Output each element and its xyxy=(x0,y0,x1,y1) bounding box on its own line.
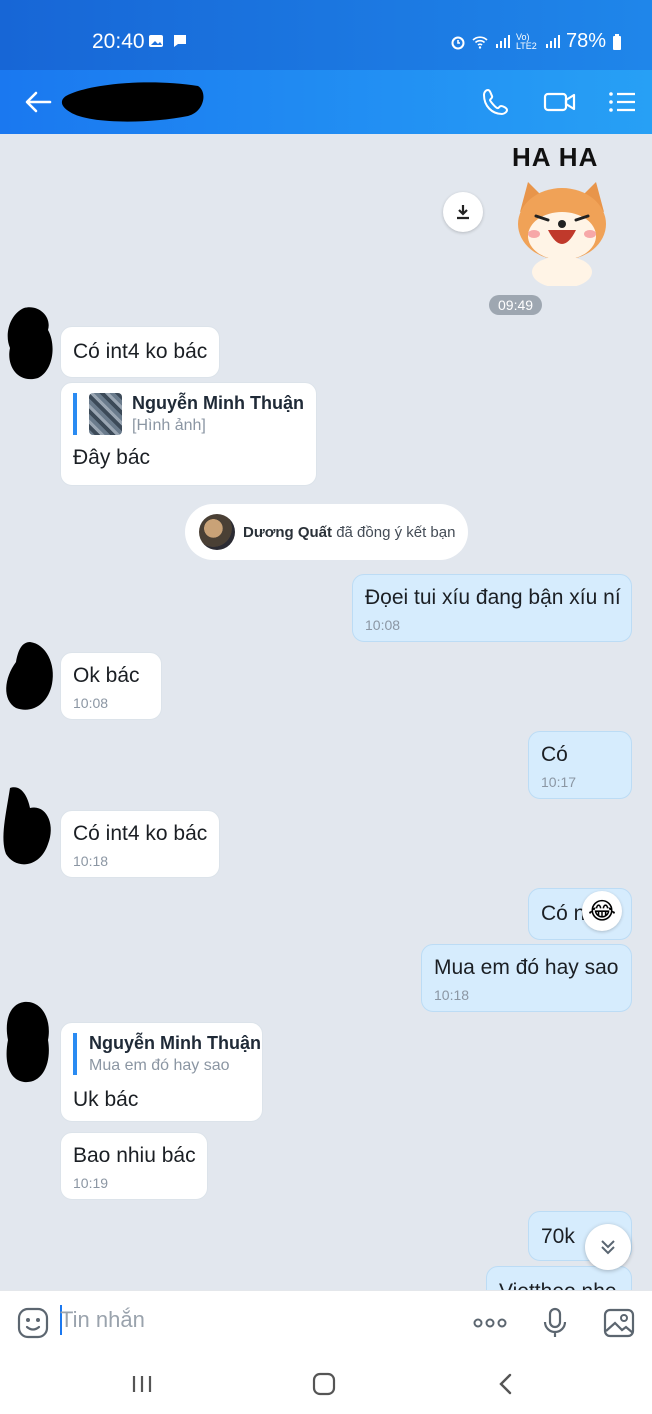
status-time: 20:40 xyxy=(92,30,145,53)
message-bubble-sent[interactable]: Đọei tui xíu đang bận xíu ní 10:08 xyxy=(352,574,632,642)
download-icon xyxy=(457,205,469,220)
battery-icon xyxy=(613,33,621,50)
quoted-message[interactable]: Nguyễn Minh Thuận [Hình ảnh] xyxy=(73,393,304,435)
video-icon[interactable] xyxy=(542,86,578,118)
message-bubble-received[interactable]: Có int4 ko bác xyxy=(60,326,221,378)
gallery-notification-icon xyxy=(149,35,163,47)
laughing-emoji-icon: 😂 xyxy=(587,897,617,925)
message-bubble-sent[interactable]: Mua em đó hay sao 10:18 xyxy=(421,944,632,1012)
message-bubble-received[interactable]: Có int4 ko bác 10:18 xyxy=(60,810,220,878)
avatar-redacted xyxy=(3,787,51,865)
arrow-left-icon[interactable] xyxy=(22,86,54,118)
status-bar: 20:40 Vo) LTE2 78% xyxy=(0,0,652,70)
system-navigation-bar xyxy=(0,1354,652,1414)
message-input[interactable]: Tin nhắn xyxy=(60,1307,145,1333)
sticker-message[interactable]: HA HA xyxy=(502,140,620,288)
quoted-message[interactable]: Nguyễn Minh Thuận Mua em đó hay sao xyxy=(73,1033,261,1075)
avatar xyxy=(199,514,235,550)
avatar-redacted xyxy=(7,307,53,380)
message-composer: Tin nhắn xyxy=(0,1290,652,1354)
chat-area[interactable]: HA HA 09:49 Có int4 ko bác Nguyễn Minh T… xyxy=(0,134,652,1290)
phone-icon[interactable] xyxy=(480,86,512,118)
message-bubble-reply[interactable]: Nguyễn Minh Thuận [Hình ảnh] Đây bác xyxy=(60,382,317,486)
message-bubble-sent[interactable]: Có 10:17 xyxy=(528,731,632,799)
microphone-icon[interactable] xyxy=(538,1306,572,1340)
message-bubble-received[interactable]: Ok bác 10:08 xyxy=(60,652,162,720)
chat-header xyxy=(0,70,652,134)
avatar-redacted xyxy=(6,642,53,710)
sticker-caption: HA HA xyxy=(512,142,599,172)
quoted-image-thumbnail xyxy=(89,393,123,435)
double-chevron-down-icon xyxy=(601,1240,615,1255)
friend-accepted-notice: Dương Quất đã đồng ý kết bạn xyxy=(185,504,468,560)
more-dots-icon[interactable] xyxy=(472,1306,508,1340)
back-nav-icon[interactable] xyxy=(492,1370,520,1398)
message-notification-icon xyxy=(174,35,186,47)
time-chip: 09:49 xyxy=(489,295,543,315)
message-bubble-received[interactable]: Bao nhiu bác 10:19 xyxy=(60,1132,208,1200)
signal-icon-2 xyxy=(545,34,560,48)
shiba-sticker-image xyxy=(518,182,606,286)
alarm-icon xyxy=(451,36,465,49)
home-icon[interactable] xyxy=(310,1370,338,1398)
contact-name-redacted[interactable] xyxy=(58,78,206,124)
wifi-icon xyxy=(472,35,488,49)
recent-apps-icon[interactable] xyxy=(128,1370,156,1398)
scroll-to-bottom-button[interactable] xyxy=(585,1224,631,1270)
network-label: Vo) LTE2 xyxy=(515,31,537,51)
battery-percent: 78% xyxy=(565,30,606,52)
message-bubble-reply[interactable]: Nguyễn Minh Thuận Mua em đó hay sao Uk b… xyxy=(60,1022,263,1122)
download-button[interactable] xyxy=(443,192,483,232)
smiley-icon[interactable] xyxy=(16,1306,50,1340)
list-menu-icon[interactable] xyxy=(606,86,638,118)
reaction-badge[interactable]: 😂 xyxy=(582,891,622,931)
image-icon[interactable] xyxy=(602,1306,636,1340)
avatar-redacted xyxy=(6,1001,49,1083)
signal-icon xyxy=(495,34,510,48)
